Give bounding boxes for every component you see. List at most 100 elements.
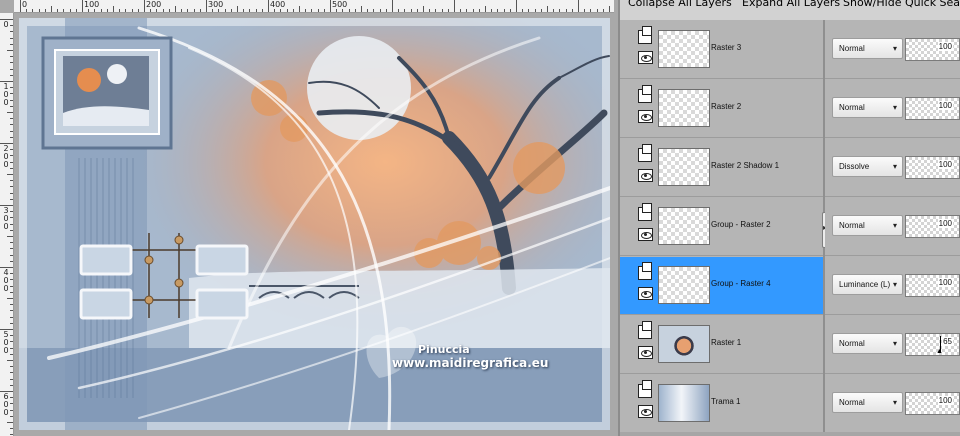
- layer-row[interactable]: Raster 2: [620, 80, 823, 138]
- layer-row[interactable]: Group - Raster 2: [620, 198, 823, 256]
- document-image[interactable]: Pinuccia www.maidiregrafica.eu: [19, 18, 610, 430]
- ruler-label: 4 0 0: [3, 268, 9, 293]
- opacity-value[interactable]: 65: [942, 337, 953, 346]
- opacity-slider[interactable]: 100: [905, 97, 960, 120]
- ruler-tick: [32, 9, 34, 12]
- layer-name[interactable]: Group - Raster 4: [711, 279, 771, 288]
- ruler-tick: [119, 9, 121, 12]
- ruler-tick: [280, 9, 282, 12]
- ruler-label: 0: [22, 0, 28, 9]
- watermark-site: www.maidiregrafica.eu: [392, 356, 549, 370]
- layer-group-icon[interactable]: [638, 26, 652, 44]
- quick-search-toggle[interactable]: Show/Hide Quick Searc: [843, 0, 960, 9]
- blend-mode-dropdown[interactable]: Normal: [832, 333, 903, 354]
- opacity-value[interactable]: 100: [937, 278, 953, 287]
- layer-group-icon[interactable]: [638, 380, 652, 398]
- ruler-tick: [113, 6, 114, 12]
- eye-icon[interactable]: [638, 346, 653, 359]
- layer-name[interactable]: Group - Raster 2: [711, 220, 771, 229]
- ruler-tick: [268, 0, 269, 12]
- layer-row[interactable]: Raster 1: [620, 316, 823, 374]
- layer-name[interactable]: Raster 2: [711, 102, 741, 111]
- layer-row[interactable]: Trama 1: [620, 375, 823, 433]
- ruler-tick: [317, 9, 319, 12]
- blend-mode-dropdown[interactable]: Dissolve: [832, 156, 903, 177]
- ruler-label: 400: [270, 0, 286, 9]
- blend-mode-dropdown[interactable]: Normal: [832, 392, 903, 413]
- layer-group-icon[interactable]: [638, 321, 652, 339]
- ruler-tick: [540, 9, 542, 12]
- blend-mode-dropdown[interactable]: Normal: [832, 97, 903, 118]
- eye-icon[interactable]: [638, 287, 653, 300]
- ruler-tick: [10, 68, 13, 70]
- opacity-value[interactable]: 100: [937, 396, 953, 405]
- opacity-slider[interactable]: 100: [905, 274, 960, 297]
- layer-group-icon[interactable]: [638, 85, 652, 103]
- blend-mode-dropdown[interactable]: Normal: [832, 215, 903, 236]
- layer-row[interactable]: Raster 2 Shadow 1: [620, 139, 823, 197]
- ruler-tick: [286, 9, 288, 12]
- layer-name[interactable]: Raster 3: [711, 43, 741, 52]
- eye-icon[interactable]: [638, 169, 653, 182]
- ruler-tick: [584, 9, 586, 12]
- ruler-tick: [100, 9, 102, 12]
- opacity-value[interactable]: 100: [937, 160, 953, 169]
- ruler-tick: [10, 260, 13, 262]
- layer-row[interactable]: Raster 3: [620, 21, 823, 79]
- vertical-ruler[interactable]: 0 1 0 0 2 0 0 3 0 0 4 0 0 5 0 0 6 0 0: [0, 13, 14, 436]
- ruler-tick: [212, 9, 214, 12]
- opacity-slider[interactable]: 100: [905, 156, 960, 179]
- opacity-slider[interactable]: 100: [905, 392, 960, 415]
- eye-icon[interactable]: [638, 51, 653, 64]
- ruler-tick: [10, 186, 13, 188]
- ruler-tick: [478, 9, 480, 12]
- ruler-tick: [348, 9, 350, 12]
- ruler-label: 5 0 0: [3, 330, 9, 355]
- ruler-tick: [10, 316, 13, 318]
- ruler-label: 500: [332, 0, 348, 9]
- layer-thumbnail: [658, 325, 710, 363]
- ruler-tick: [0, 267, 13, 268]
- layers-horizontal-scrollbar[interactable]: [620, 432, 960, 436]
- horizontal-ruler[interactable]: 0 100 200 300 400 500: [14, 0, 614, 13]
- ruler-tick: [168, 9, 170, 12]
- collapse-all-layers-button[interactable]: Collapse All Layers: [628, 0, 732, 9]
- eye-icon[interactable]: [638, 405, 653, 418]
- opacity-value[interactable]: 100: [937, 42, 953, 51]
- blend-mode-dropdown[interactable]: Normal: [832, 38, 903, 59]
- ruler-tick: [10, 304, 13, 306]
- opacity-slider[interactable]: 100: [905, 38, 960, 61]
- opacity-slider[interactable]: 100: [905, 215, 960, 238]
- blend-mode-dropdown[interactable]: Luminance (L): [832, 274, 903, 295]
- ruler-tick: [454, 0, 455, 12]
- ruler-label: 3 0 0: [3, 206, 9, 231]
- eye-icon[interactable]: [638, 228, 653, 241]
- layer-group-icon[interactable]: [638, 203, 652, 221]
- ruler-tick: [10, 434, 13, 436]
- eye-icon[interactable]: [638, 110, 653, 123]
- ruler-tick: [602, 9, 604, 12]
- ruler-tick: [10, 372, 13, 374]
- ruler-tick: [361, 6, 362, 12]
- layer-name[interactable]: Raster 1: [711, 338, 741, 347]
- layer-thumbnail: [658, 148, 710, 186]
- ruler-tick: [10, 62, 13, 64]
- layer-group-icon[interactable]: [638, 262, 652, 280]
- ruler-tick: [199, 9, 201, 12]
- opacity-value[interactable]: 100: [937, 219, 953, 228]
- layer-name[interactable]: Raster 2 Shadow 1: [711, 161, 779, 170]
- ruler-tick: [373, 9, 375, 12]
- layer-group-icon[interactable]: [638, 144, 652, 162]
- ruler-label: 1 0 0: [3, 82, 9, 107]
- ruler-tick: [404, 9, 406, 12]
- ruler-tick: [10, 403, 13, 405]
- opacity-marker[interactable]: [936, 336, 943, 355]
- ruler-label: 6 0 0: [3, 392, 9, 417]
- ruler-tick: [447, 9, 449, 12]
- layer-name[interactable]: Trama 1: [711, 397, 741, 406]
- layer-row[interactable]: Group - Raster 4: [620, 257, 823, 315]
- opacity-slider[interactable]: 65: [905, 333, 960, 356]
- opacity-value[interactable]: 100: [937, 101, 953, 110]
- ruler-tick: [472, 9, 474, 12]
- expand-all-layers-button[interactable]: Expand All Layers: [742, 0, 840, 9]
